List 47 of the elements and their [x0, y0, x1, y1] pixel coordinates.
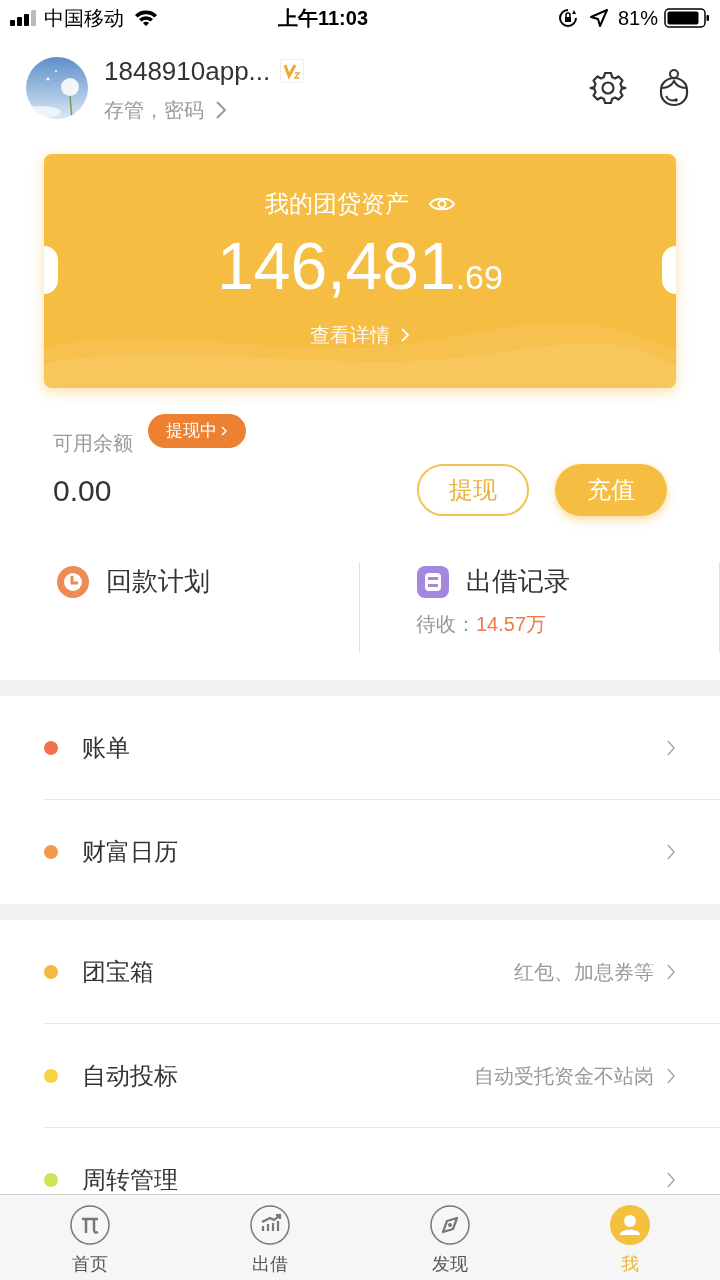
chevron-right-icon	[666, 843, 676, 861]
battery-percent: 81%	[617, 6, 658, 31]
record-icon	[416, 564, 450, 599]
menu-hint: 红包、加息券等	[514, 959, 654, 985]
asset-amount: 146,481.69	[217, 228, 503, 305]
tab-item[interactable]: 首页	[0, 1195, 180, 1280]
chevron-right-icon	[666, 738, 676, 757]
chevron-right-icon	[400, 327, 410, 343]
chevron-right-icon	[214, 99, 228, 120]
chevron-right-icon	[666, 1171, 676, 1189]
carrier-name: 中国移动	[44, 6, 124, 31]
menu-label: 财富日历	[82, 837, 178, 867]
chevron-right-icon	[666, 1066, 676, 1085]
vip-level-icon	[280, 59, 305, 83]
chevron-right-icon	[220, 425, 228, 437]
clock-time: 上午11:03	[277, 6, 369, 31]
compass-icon	[430, 1205, 470, 1245]
shortcut-tile[interactable]: 出借记录 待收：14.57万	[359, 562, 720, 652]
user-name: 1848910app...	[104, 54, 271, 88]
battery-icon	[664, 8, 710, 28]
signal-icon	[10, 10, 38, 26]
rotation-lock-icon	[557, 8, 578, 28]
card-title: 我的团贷资产	[265, 189, 409, 219]
menu-row[interactable]: 财富日历	[44, 800, 720, 904]
menu-row[interactable]: 账单	[44, 696, 720, 800]
menu-label: 周转管理	[82, 1165, 178, 1194]
menu-label: 账单	[82, 732, 130, 763]
menu-row[interactable]: 自动投标 自动受托资金不站岗	[44, 1024, 720, 1128]
user-icon	[610, 1205, 650, 1245]
menu-label: 自动投标	[82, 1060, 178, 1091]
chevron-right-icon	[666, 962, 676, 981]
tab-item[interactable]: 出借	[180, 1195, 360, 1280]
shortcut-tile[interactable]: 回款计划	[0, 562, 359, 680]
balance-label: 可用余额	[53, 431, 133, 456]
pi-icon	[70, 1205, 110, 1245]
chart-icon	[250, 1205, 290, 1245]
menu-row[interactable]: 团宝箱 红包、加息券等	[44, 920, 720, 1024]
balance-value: 0.00	[53, 472, 112, 509]
clock-icon	[56, 564, 90, 599]
menu-hint: 自动受托资金不站岗	[474, 1063, 654, 1089]
location-icon	[589, 9, 608, 27]
wifi-icon	[134, 9, 158, 27]
menu-row[interactable]: 周转管理	[44, 1128, 720, 1194]
pending-amount: 待收：14.57万	[416, 612, 548, 637]
eye-icon	[429, 195, 455, 213]
menu-label: 团宝箱	[82, 956, 154, 987]
tab-item[interactable]: 发现	[360, 1195, 540, 1280]
